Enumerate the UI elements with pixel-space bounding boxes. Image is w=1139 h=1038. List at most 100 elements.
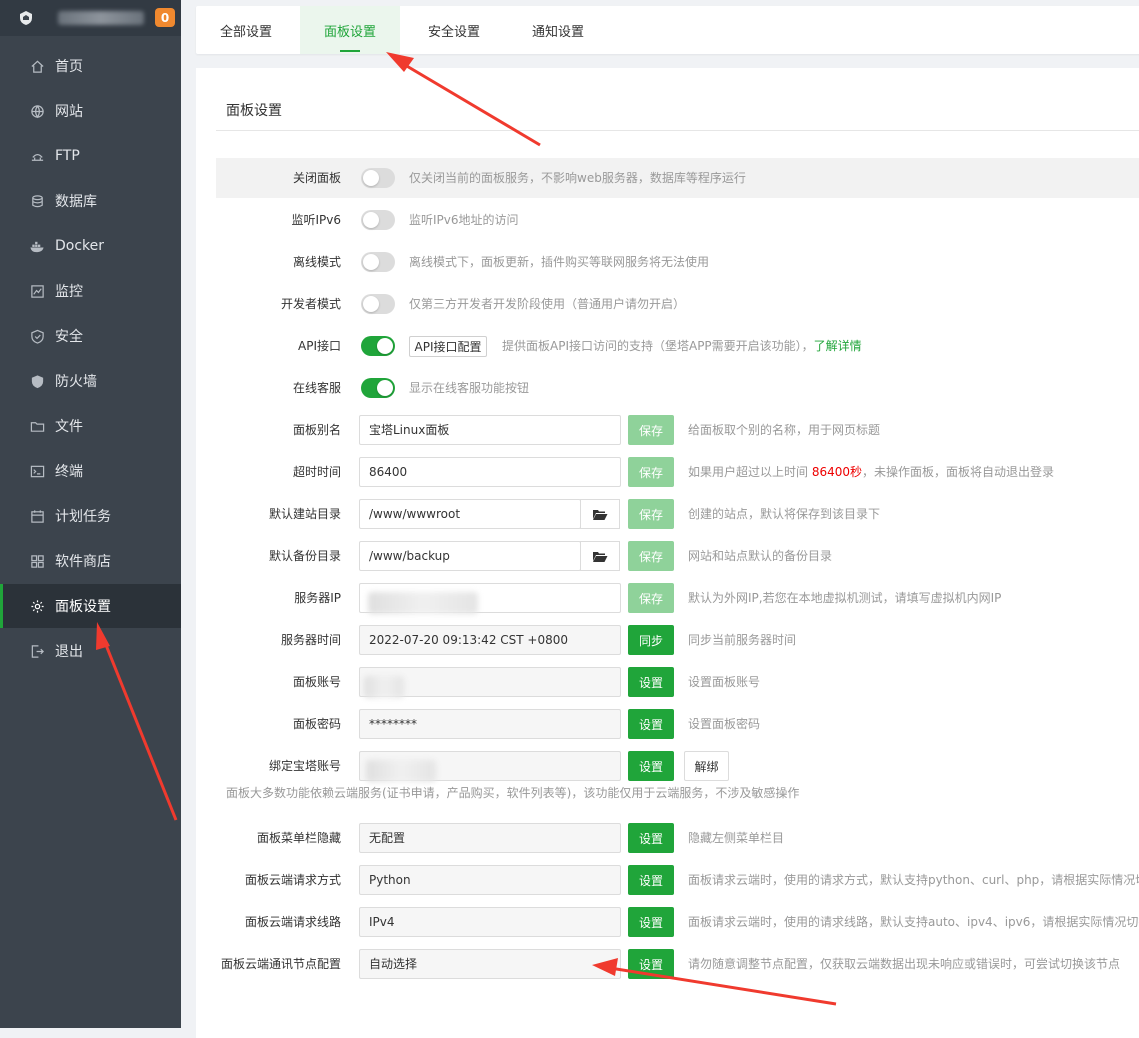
- setting-row-alias: 面板别名 宝塔Linux面板 保存 给面板取个别的名称，用于网页标题: [216, 410, 1139, 450]
- save-button[interactable]: 保存: [628, 499, 674, 529]
- setting-label: 面板账号: [292, 675, 341, 689]
- setting-label: 默认备份目录: [268, 549, 341, 563]
- unbind-button[interactable]: 解绑: [684, 751, 729, 781]
- online-service-toggle[interactable]: [361, 378, 395, 398]
- sidebar-item-logout[interactable]: 退出: [0, 629, 181, 673]
- notification-badge[interactable]: 0: [155, 8, 175, 27]
- api-config-button[interactable]: API接口配置: [409, 336, 487, 357]
- settings-tab-bar: 全部设置 面板设置 安全设置 通知设置: [196, 6, 1139, 54]
- save-button[interactable]: 保存: [628, 541, 674, 571]
- tab-all-settings[interactable]: 全部设置: [196, 6, 296, 54]
- sync-button[interactable]: 同步: [628, 625, 674, 655]
- site-dir-input[interactable]: /www/wwwroot: [359, 499, 581, 529]
- setting-desc: 面板请求云端时，使用的请求方式，默认支持python、curl、php，请根据实…: [688, 873, 1139, 887]
- sidebar-item-label: 文件: [55, 419, 83, 435]
- setting-row-api: API接口 API接口配置 提供面板API接口访问的支持（堡塔APP需要开启该功…: [216, 326, 1139, 366]
- close-panel-toggle[interactable]: [361, 168, 395, 188]
- home-icon: [29, 58, 45, 74]
- sidebar-item-monitor[interactable]: 监控: [0, 269, 181, 313]
- sidebar-item-files[interactable]: 文件: [0, 404, 181, 448]
- setting-label: 面板别名: [292, 423, 341, 437]
- setting-label: 面板云端通讯节点配置: [220, 957, 341, 971]
- server-time-field: 2022-07-20 09:13:42 CST +0800: [359, 625, 621, 655]
- set-button[interactable]: 设置: [628, 907, 674, 937]
- sidebar-item-ftp[interactable]: FTP: [0, 134, 181, 178]
- sidebar-item-terminal[interactable]: 终端: [0, 449, 181, 493]
- setting-label: 面板云端请求方式: [244, 873, 341, 887]
- setting-desc: 仅第三方开发者开发阶段使用（普通用户请勿开启）: [409, 297, 686, 311]
- menu-hide-field: 无配置: [359, 823, 621, 853]
- set-button[interactable]: 设置: [628, 865, 674, 895]
- sidebar-item-docker[interactable]: Docker: [0, 224, 181, 268]
- save-button[interactable]: 保存: [628, 415, 674, 445]
- setting-row-server-time: 服务器时间 2022-07-20 09:13:42 CST +0800 同步 同…: [216, 620, 1139, 660]
- setting-desc: 面板请求云端时，使用的请求线路，默认支持auto、ipv4、ipv6，请根据实际…: [688, 915, 1139, 929]
- setting-row-request-method: 面板云端请求方式 Python 设置 面板请求云端时，使用的请求方式，默认支持p…: [216, 860, 1139, 900]
- setting-row-bind-account: 绑定宝塔账号 设置 解绑: [216, 746, 1139, 786]
- tab-security-settings[interactable]: 安全设置: [404, 6, 504, 54]
- offline-mode-toggle[interactable]: [361, 252, 395, 272]
- setting-row-offline: 离线模式 离线模式下，面板更新，插件购买等联网服务将无法使用: [216, 242, 1139, 282]
- sidebar-item-label: 网站: [55, 104, 83, 120]
- setting-row-server-ip: 服务器IP 保存 默认为外网IP,若您在本地虚拟机测试，请填写虚拟机内网IP: [216, 578, 1139, 618]
- set-button[interactable]: 设置: [628, 823, 674, 853]
- folder-open-icon: [593, 509, 608, 520]
- sidebar-item-website[interactable]: 网站: [0, 89, 181, 133]
- setting-desc: 显示在线客服功能按钮: [409, 381, 530, 395]
- setting-row-node: 面板云端通讯节点配置 自动选择 设置 请勿随意调整节点配置，仅获取云端数据出现未…: [216, 944, 1139, 984]
- setting-row-backup-dir: 默认备份目录 /www/backup 保存 网站和站点默认的备份目录: [216, 536, 1139, 576]
- sidebar-item-panel-settings[interactable]: 面板设置: [0, 584, 181, 628]
- sidebar-item-database[interactable]: 数据库: [0, 179, 181, 223]
- tab-notification-settings[interactable]: 通知设置: [508, 6, 608, 54]
- setting-row-request-line: 面板云端请求线路 IPv4 设置 面板请求云端时，使用的请求线路，默认支持aut…: [216, 902, 1139, 942]
- sidebar-item-label: 监控: [55, 284, 83, 300]
- divider: [216, 130, 1139, 131]
- sidebar-item-firewall[interactable]: 防火墙: [0, 359, 181, 403]
- set-button[interactable]: 设置: [628, 709, 674, 739]
- calendar-icon: [29, 508, 45, 524]
- setting-desc: 创建的站点，默认将保存到该目录下: [688, 507, 881, 521]
- timeout-seconds: 86400秒: [811, 465, 863, 479]
- database-icon: [29, 193, 45, 209]
- sidebar-item-label: 防火墙: [55, 374, 97, 390]
- sidebar-item-home[interactable]: 首页: [0, 44, 181, 88]
- setting-desc: 给面板取个别的名称，用于网页标题: [688, 423, 881, 437]
- ipv6-toggle[interactable]: [361, 210, 395, 230]
- setting-label: 在线客服: [292, 381, 341, 395]
- save-button[interactable]: 保存: [628, 457, 674, 487]
- panel-password-field: ********: [359, 709, 621, 739]
- sidebar-item-label: 终端: [55, 464, 83, 480]
- logout-icon: [29, 643, 45, 659]
- learn-more-link[interactable]: 了解详情: [814, 339, 862, 353]
- setting-label: 面板密码: [292, 717, 341, 731]
- bind-account-field: [359, 751, 621, 782]
- set-button[interactable]: 设置: [628, 751, 674, 781]
- tab-panel-settings[interactable]: 面板设置: [300, 6, 400, 54]
- backup-dir-input[interactable]: /www/backup: [359, 541, 581, 571]
- sidebar-item-label: 计划任务: [55, 509, 111, 525]
- setting-label: API接口: [298, 339, 341, 353]
- set-button[interactable]: 设置: [628, 949, 674, 979]
- api-toggle[interactable]: [361, 336, 395, 356]
- server-ip-input[interactable]: [359, 583, 621, 614]
- setting-row-account: 面板账号 设置 设置面板账号: [216, 662, 1139, 702]
- setting-desc: 提供面板API接口访问的支持（堡塔APP需要开启该功能），了解详情: [502, 326, 862, 366]
- folder-picker-button[interactable]: [580, 499, 620, 529]
- setting-label: 开发者模式: [280, 297, 341, 311]
- setting-label: 关闭面板: [292, 171, 341, 185]
- setting-row-online-service: 在线客服 显示在线客服功能按钮: [216, 368, 1139, 408]
- sidebar-item-label: 软件商店: [55, 554, 111, 570]
- folder-picker-button[interactable]: [580, 541, 620, 571]
- panel-alias-input[interactable]: 宝塔Linux面板: [359, 415, 621, 445]
- cloud-node-field: 自动选择: [359, 949, 621, 979]
- sidebar-item-app-store[interactable]: 软件商店: [0, 539, 181, 583]
- save-button[interactable]: 保存: [628, 583, 674, 613]
- folder-open-icon: [593, 551, 608, 562]
- sidebar-item-cron[interactable]: 计划任务: [0, 494, 181, 538]
- developer-mode-toggle[interactable]: [361, 294, 395, 314]
- timeout-input[interactable]: 86400: [359, 457, 621, 487]
- sidebar-item-security[interactable]: 安全: [0, 314, 181, 358]
- sidebar-item-label: 首页: [55, 59, 83, 75]
- redacted-value: [364, 676, 404, 698]
- set-button[interactable]: 设置: [628, 667, 674, 697]
